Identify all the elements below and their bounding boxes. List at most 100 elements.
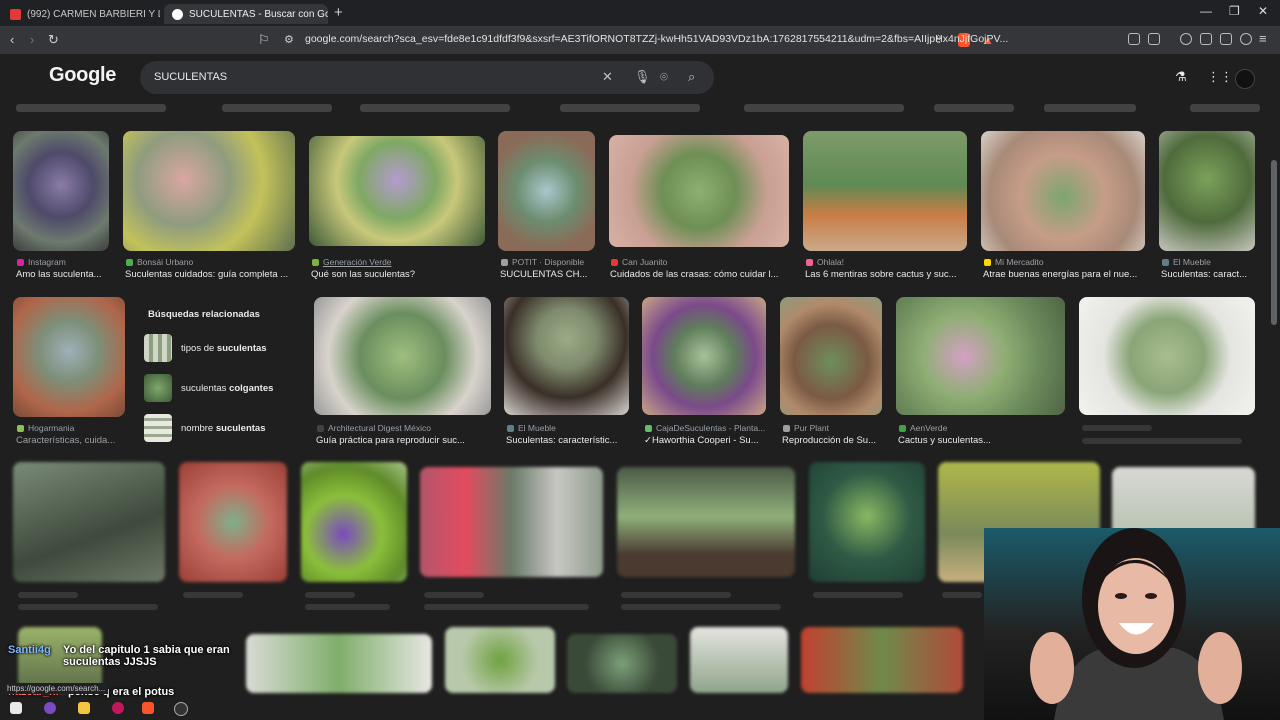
related-search-item[interactable]: suculentas colgantes <box>144 374 273 402</box>
result-source[interactable]: Hogarmania <box>17 423 74 433</box>
tab-youtube[interactable]: (992) CARMEN BARBIERI Y LA PEOR ✕ <box>2 4 160 24</box>
close-window-icon[interactable]: ✕ <box>1258 4 1268 18</box>
music-icon[interactable] <box>1180 33 1192 45</box>
chip[interactable] <box>934 104 1014 112</box>
result-title[interactable]: Atrae buenas energías para el nue... <box>983 269 1147 280</box>
extension-icon[interactable] <box>1128 33 1140 45</box>
result-source[interactable]: Mi Mercadito <box>984 257 1044 267</box>
image-result[interactable] <box>301 462 407 582</box>
result-source[interactable]: AenVerde <box>899 423 947 433</box>
image-result[interactable] <box>1079 297 1255 415</box>
result-title[interactable]: Amo las suculenta... <box>16 269 116 280</box>
search-box[interactable]: SUCULENTAS ✕ 🎙 ⌾ ⌕ <box>140 61 714 94</box>
clear-icon[interactable]: ✕ <box>602 69 613 85</box>
scrollbar[interactable] <box>1271 160 1277 325</box>
menu-icon[interactable]: ≡ <box>1259 31 1267 47</box>
result-title[interactable]: Cactus y suculentas... <box>898 435 1058 446</box>
address-bar[interactable]: google.com/search?sca_esv=fde8e1c91dfdf3… <box>305 33 1008 45</box>
result-source[interactable]: Ohlala! <box>806 257 844 267</box>
related-search-item[interactable]: tipos de suculentas <box>144 334 267 362</box>
result-source[interactable]: POTIT · Disponible <box>501 257 584 267</box>
result-title[interactable]: Qué son las suculentas? <box>311 269 485 280</box>
result-source[interactable]: Generación Verde <box>312 257 392 267</box>
brave-icon[interactable] <box>142 702 154 714</box>
image-result[interactable] <box>445 627 555 693</box>
wallet-icon[interactable] <box>1200 33 1212 45</box>
result-source[interactable]: El Mueble <box>1162 257 1211 267</box>
result-title[interactable]: Las 6 mentiras sobre cactus y suc... <box>805 269 969 280</box>
result-title[interactable]: Características, cuida... <box>16 435 124 446</box>
site-info-icon[interactable]: ⚙ <box>284 32 294 48</box>
image-result[interactable] <box>314 297 491 415</box>
apps-grid-icon[interactable]: ⋮⋮ <box>1207 69 1233 85</box>
image-result[interactable] <box>981 131 1145 251</box>
obs-icon[interactable] <box>174 702 188 716</box>
image-result[interactable] <box>690 627 788 693</box>
result-title[interactable]: Cuidados de las crasas: cómo cuidar l... <box>610 269 790 280</box>
result-title[interactable]: Suculentas: caract... <box>1161 269 1257 280</box>
microphone-icon[interactable]: 🎙 <box>634 69 651 85</box>
image-result[interactable] <box>809 462 925 582</box>
result-title[interactable]: ✓Haworthia Cooperi - Su... <box>644 435 768 446</box>
image-result[interactable] <box>498 131 595 251</box>
new-tab-icon[interactable]: + <box>334 4 343 21</box>
image-result[interactable] <box>504 297 629 415</box>
chip[interactable] <box>560 104 700 112</box>
result-source[interactable]: Can Juanito <box>611 257 667 267</box>
image-result[interactable] <box>801 627 963 693</box>
labs-icon[interactable]: ⚗ <box>1175 69 1187 85</box>
image-result[interactable] <box>617 467 795 577</box>
leo-icon[interactable] <box>1220 33 1232 45</box>
result-title[interactable]: Guía práctica para reproducir suc... <box>316 435 492 446</box>
result-source[interactable]: Bonsái Urbano <box>126 257 193 267</box>
extension-icon[interactable] <box>1148 33 1160 45</box>
chip[interactable] <box>1044 104 1136 112</box>
image-result[interactable] <box>13 462 165 582</box>
image-result[interactable] <box>123 131 295 251</box>
image-result[interactable] <box>896 297 1065 415</box>
restore-icon[interactable]: ❐ <box>1229 4 1240 18</box>
vpn-icon[interactable] <box>1240 33 1252 45</box>
image-result[interactable] <box>609 135 789 247</box>
result-source[interactable]: Instagram <box>17 257 66 267</box>
folder-icon[interactable] <box>78 702 90 714</box>
windows-start-icon[interactable] <box>10 702 22 714</box>
image-result[interactable] <box>179 462 287 582</box>
google-logo[interactable]: Google <box>49 64 116 87</box>
result-source[interactable]: Architectural Digest México <box>317 423 431 433</box>
image-result[interactable] <box>803 131 967 251</box>
reload-icon[interactable]: ↻ <box>48 32 59 48</box>
avatar[interactable] <box>1235 69 1255 89</box>
chip[interactable] <box>744 104 904 112</box>
image-result[interactable] <box>642 297 766 415</box>
back-icon[interactable]: ‹ <box>10 32 14 48</box>
image-result[interactable] <box>13 297 125 417</box>
result-source[interactable]: CajaDeSuculentas - Planta... <box>645 423 765 433</box>
chip[interactable] <box>16 104 166 112</box>
image-result[interactable] <box>780 297 882 415</box>
result-title[interactable]: SUCULENTAS CH... <box>500 269 596 280</box>
bookmark-icon[interactable]: ⚐ <box>258 32 270 48</box>
forward-icon[interactable]: › <box>30 32 34 48</box>
search-icon[interactable]: ⌕ <box>688 69 695 85</box>
image-result[interactable] <box>1159 131 1255 251</box>
minimize-icon[interactable]: — <box>1200 4 1212 18</box>
image-result[interactable] <box>309 136 485 246</box>
result-title[interactable]: Suculentas: característic... <box>506 435 630 446</box>
image-result[interactable] <box>420 467 603 577</box>
chip[interactable] <box>222 104 332 112</box>
lens-icon[interactable]: ⌾ <box>660 69 668 85</box>
result-source[interactable]: El Mueble <box>507 423 556 433</box>
result-source[interactable]: Pur Plant <box>783 423 829 433</box>
chip[interactable] <box>360 104 510 112</box>
image-result[interactable] <box>13 131 109 251</box>
image-result[interactable] <box>567 634 677 693</box>
chip[interactable] <box>1190 104 1260 112</box>
search-input[interactable]: SUCULENTAS <box>154 71 227 83</box>
app-icon[interactable] <box>44 702 56 714</box>
result-title[interactable]: Suculentas cuidados: guía completa ... <box>125 269 295 280</box>
tab-google-search[interactable]: SUCULENTAS - Buscar con Goog ✕ <box>164 4 328 24</box>
related-search-item[interactable]: nombre suculentas <box>144 414 266 442</box>
app-icon[interactable] <box>112 702 124 714</box>
result-title[interactable]: Reproducción de Su... <box>782 435 884 446</box>
